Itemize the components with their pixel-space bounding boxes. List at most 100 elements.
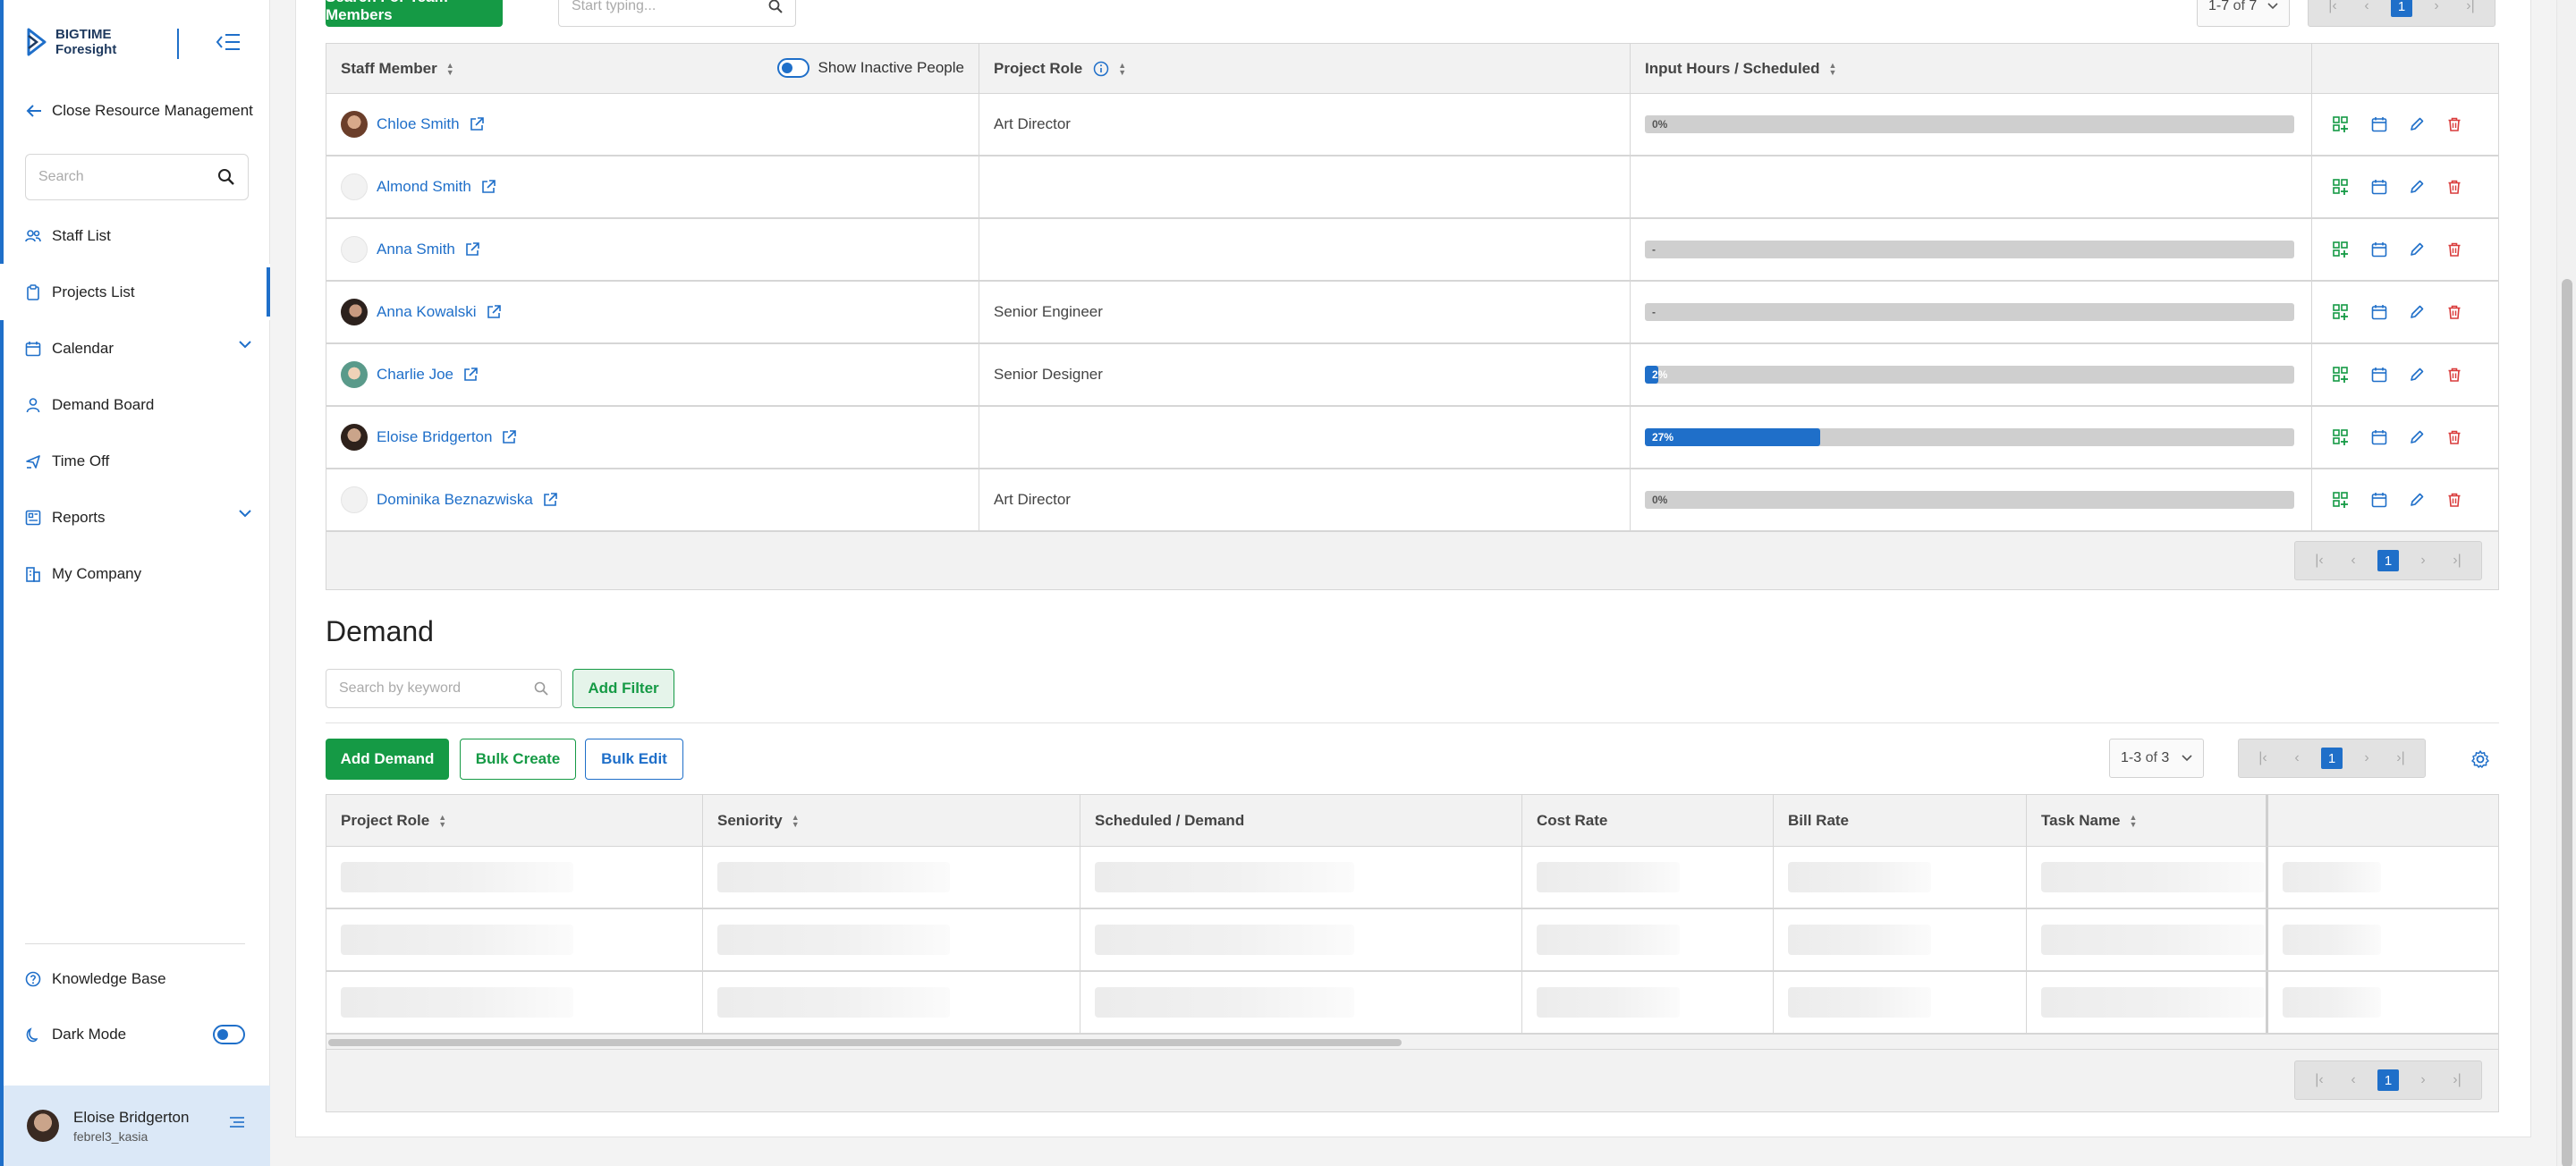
add-filter-button[interactable]: Add Filter (572, 669, 674, 708)
delete-trash-icon[interactable] (2446, 429, 2462, 445)
delete-trash-icon[interactable] (2446, 492, 2462, 508)
sort-icon[interactable]: ▲ ▼ (792, 813, 800, 828)
sort-icon[interactable]: ▲ ▼ (1829, 61, 1837, 76)
user-profile[interactable]: Eloise Bridgerton febrel3_kasia (4, 1086, 270, 1166)
team-search-input[interactable]: Start typing... (558, 0, 796, 27)
first-page-button[interactable]: |‹ (2246, 745, 2280, 772)
demand-page-size-select[interactable]: 1-3 of 3 (2109, 739, 2205, 778)
team-page-size-select[interactable]: 1-7 of 7 (2197, 0, 2291, 27)
current-page[interactable]: 1 (2321, 748, 2343, 769)
edit-pencil-icon[interactable] (2409, 241, 2425, 258)
sort-icon[interactable]: ▲ ▼ (2130, 813, 2138, 828)
column-staff-member[interactable]: Staff Member ▲ ▼ Show Inactive People (326, 44, 979, 93)
calendar-icon[interactable] (2371, 429, 2387, 445)
sort-icon[interactable]: ▲ ▼ (1118, 61, 1126, 76)
staff-member-link[interactable]: Anna Smith (377, 241, 455, 258)
sidebar-search-input[interactable]: Search (25, 154, 249, 200)
staff-member-link[interactable]: Eloise Bridgerton (377, 428, 492, 446)
external-link-icon[interactable] (464, 241, 480, 258)
add-allocation-icon[interactable] (2332, 115, 2350, 133)
sidebar-item-staff-list[interactable]: Staff List (0, 207, 270, 264)
bulk-create-button[interactable]: Bulk Create (460, 739, 576, 780)
bulk-edit-button[interactable]: Bulk Edit (585, 739, 683, 780)
sort-icon[interactable]: ▲ ▼ (446, 61, 454, 76)
search-icon[interactable] (217, 168, 235, 186)
current-page[interactable]: 1 (2377, 1069, 2399, 1091)
edit-pencil-icon[interactable] (2409, 429, 2425, 445)
external-link-icon[interactable] (480, 179, 496, 195)
sidebar-item-reports[interactable]: Reports (0, 489, 270, 545)
external-link-icon[interactable] (469, 116, 485, 132)
info-icon[interactable] (1093, 61, 1109, 77)
delete-trash-icon[interactable] (2446, 241, 2462, 258)
column-input-hours[interactable]: Input Hours / Scheduled ▲ ▼ (1631, 44, 2312, 93)
next-page-button[interactable]: › (2406, 1067, 2440, 1094)
staff-member-link[interactable]: Chloe Smith (377, 115, 460, 133)
staff-member-link[interactable]: Charlie Joe (377, 366, 453, 384)
add-allocation-icon[interactable] (2332, 303, 2350, 321)
horizontal-scrollbar[interactable] (326, 1035, 2498, 1049)
delete-trash-icon[interactable] (2446, 304, 2462, 320)
calendar-icon[interactable] (2371, 304, 2387, 320)
first-page-button[interactable]: |‹ (2302, 547, 2336, 574)
next-page-button[interactable]: › (2350, 745, 2384, 772)
add-allocation-icon[interactable] (2332, 241, 2350, 258)
sidebar-item-calendar[interactable]: Calendar (0, 320, 270, 376)
demand-search-input[interactable]: Search by keyword (326, 669, 562, 708)
current-page[interactable]: 1 (2377, 550, 2399, 571)
edit-pencil-icon[interactable] (2409, 367, 2425, 383)
external-link-icon[interactable] (486, 304, 502, 320)
knowledge-base-link[interactable]: Knowledge Base (25, 970, 166, 988)
column-scheduled-demand[interactable]: Scheduled / Demand (1080, 795, 1522, 846)
show-inactive-toggle[interactable] (776, 58, 809, 78)
delete-trash-icon[interactable] (2446, 179, 2462, 195)
last-page-button[interactable]: ›| (2384, 745, 2418, 772)
last-page-button[interactable]: ›| (2453, 0, 2487, 20)
column-bill-rate[interactable]: Bill Rate (1774, 795, 2027, 846)
prev-page-button[interactable]: ‹ (2280, 745, 2314, 772)
calendar-icon[interactable] (2371, 116, 2387, 132)
collapse-sidebar-button[interactable] (213, 29, 243, 55)
external-link-icon[interactable] (462, 367, 479, 383)
edit-pencil-icon[interactable] (2409, 304, 2425, 320)
last-page-button[interactable]: ›| (2440, 1067, 2474, 1094)
calendar-icon[interactable] (2371, 241, 2387, 258)
column-project-role[interactable]: Project Role ▲ ▼ (326, 795, 703, 846)
column-task-name[interactable]: Task Name ▲ ▼ (2027, 795, 2268, 846)
edit-pencil-icon[interactable] (2409, 116, 2425, 132)
first-page-button[interactable]: |‹ (2316, 0, 2350, 20)
add-allocation-icon[interactable] (2332, 178, 2350, 196)
sidebar-item-my-company[interactable]: My Company (0, 545, 270, 602)
sidebar-item-time-off[interactable]: Time Off (0, 433, 270, 489)
vertical-scrollbar[interactable] (2556, 0, 2576, 1166)
sort-icon[interactable]: ▲ ▼ (438, 813, 446, 828)
external-link-icon[interactable] (501, 429, 517, 445)
staff-member-link[interactable]: Dominika Beznazwiska (377, 491, 533, 509)
scrollbar-thumb[interactable] (328, 1039, 1402, 1046)
delete-trash-icon[interactable] (2446, 367, 2462, 383)
sidebar-item-demand-board[interactable]: Demand Board (0, 376, 270, 433)
gear-icon[interactable] (2470, 749, 2490, 769)
column-project-role[interactable]: Project Role ▲ ▼ (979, 44, 1631, 93)
last-page-button[interactable]: ›| (2440, 547, 2474, 574)
column-seniority[interactable]: Seniority ▲ ▼ (703, 795, 1080, 846)
scrollbar-thumb[interactable] (2562, 279, 2572, 1166)
staff-member-link[interactable]: Almond Smith (377, 178, 471, 196)
brand-logo[interactable]: BIGTIME Foresight (25, 27, 116, 57)
search-team-members-button[interactable]: Search For Team Members (326, 0, 503, 27)
external-link-icon[interactable] (542, 492, 558, 508)
add-allocation-icon[interactable] (2332, 491, 2350, 509)
sidebar-item-projects-list[interactable]: Projects List (0, 264, 270, 320)
edit-pencil-icon[interactable] (2409, 492, 2425, 508)
first-page-button[interactable]: |‹ (2302, 1067, 2336, 1094)
next-page-button[interactable]: › (2419, 0, 2453, 20)
add-demand-button[interactable]: Add Demand (326, 739, 449, 780)
close-resource-management-link[interactable]: Close Resource Management (25, 102, 253, 120)
prev-page-button[interactable]: ‹ (2350, 0, 2384, 20)
add-allocation-icon[interactable] (2332, 366, 2350, 384)
column-cost-rate[interactable]: Cost Rate (1522, 795, 1774, 846)
delete-trash-icon[interactable] (2446, 116, 2462, 132)
calendar-icon[interactable] (2371, 492, 2387, 508)
calendar-icon[interactable] (2371, 179, 2387, 195)
edit-pencil-icon[interactable] (2409, 179, 2425, 195)
